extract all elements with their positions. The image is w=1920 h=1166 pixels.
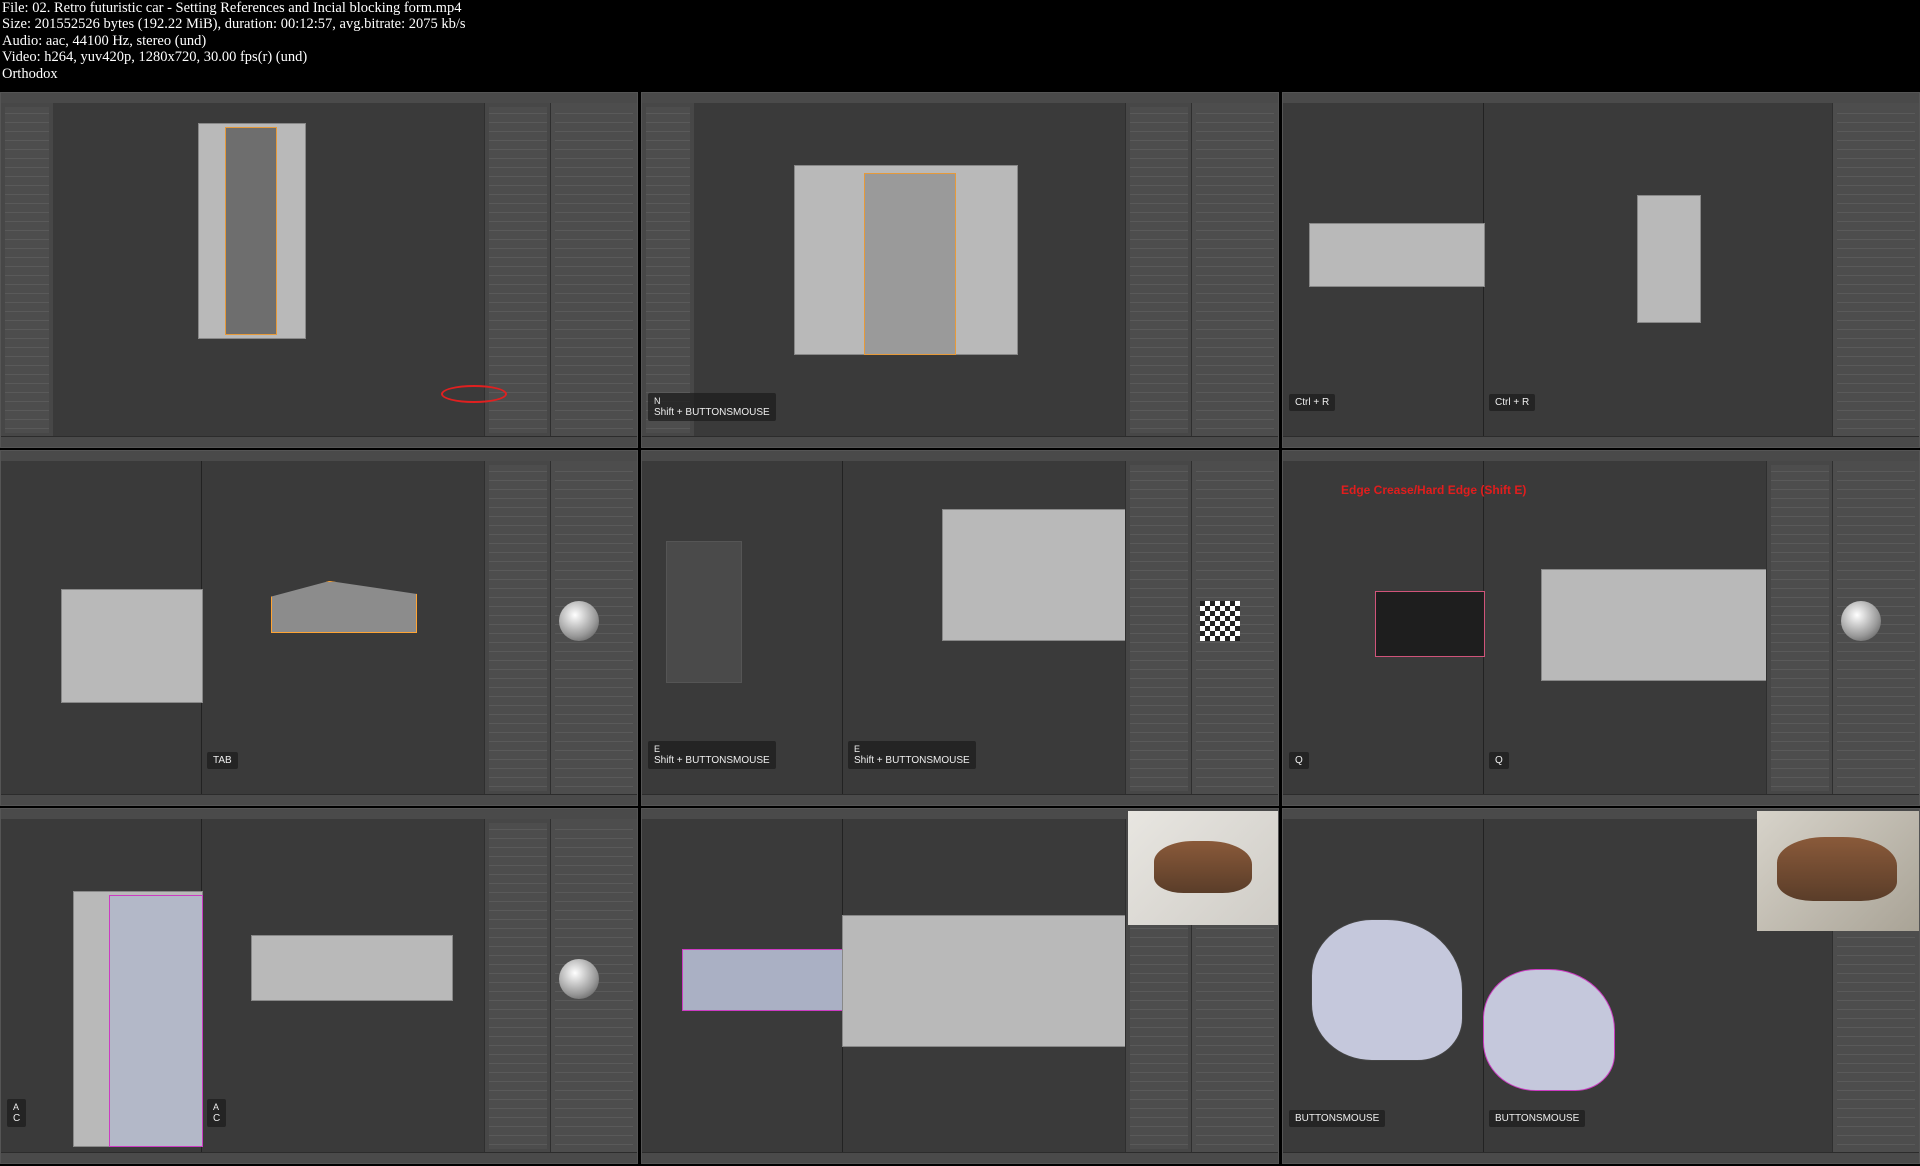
- key-hint-left: A C: [7, 1099, 27, 1127]
- properties-editor[interactable]: [1191, 461, 1278, 795]
- reference-image-side: [842, 915, 1130, 1047]
- properties-n-panel[interactable]: [484, 819, 551, 1153]
- key-hint: N Shift + BUTTONSMOUSE: [648, 393, 776, 421]
- status-bar: [1, 436, 637, 447]
- car-mesh: [109, 895, 203, 1147]
- key-hint-left: Ctrl + R: [1289, 394, 1336, 411]
- key-hint: TAB: [207, 752, 238, 769]
- material-preview: [1841, 601, 1881, 641]
- tool-shelf[interactable]: [642, 103, 695, 437]
- thumbnail-9[interactable]: BUTTONSMOUSE BUTTONSMOUSE: [1282, 808, 1920, 1166]
- reference-image-top: [1637, 195, 1701, 323]
- key-hint-right: Q: [1489, 752, 1509, 769]
- properties-editor[interactable]: [1832, 103, 1919, 437]
- status-bar: [1283, 794, 1919, 805]
- reference-photo: [1128, 811, 1278, 925]
- reference-image-side: [61, 589, 203, 703]
- status-bar: [1, 794, 637, 805]
- 3d-viewport[interactable]: Edge Crease/Hard Edge (Shift E) Q Q: [1283, 461, 1769, 795]
- thumbnail-1[interactable]: [0, 92, 638, 450]
- reference-image-side: [1541, 569, 1769, 681]
- reference-photo: [1757, 811, 1919, 931]
- thumbnail-grid: N Shift + BUTTONSMOUSE Ctrl + R Ctrl + R: [0, 92, 1920, 1164]
- material-preview: [559, 601, 599, 641]
- 3d-viewport[interactable]: E Shift + BUTTONSMOUSE E Shift + BUTTONS…: [642, 461, 1130, 795]
- reference-image-side: [1309, 223, 1485, 287]
- texture-preview: [1200, 601, 1240, 641]
- car-mesh-left: [682, 949, 844, 1011]
- key-hint-right: E Shift + BUTTONSMOUSE: [848, 741, 976, 769]
- key-hint-left: Q: [1289, 752, 1309, 769]
- status-bar: [1283, 436, 1919, 447]
- properties-editor[interactable]: [1191, 103, 1278, 437]
- car-mesh-left: [1375, 591, 1485, 657]
- car-mesh: [225, 127, 277, 335]
- thumbnail-3[interactable]: Ctrl + R Ctrl + R: [1282, 92, 1920, 450]
- properties-editor[interactable]: [550, 103, 637, 437]
- properties-n-panel[interactable]: [1125, 103, 1192, 437]
- video-info: File: 02. Retro futuristic car - Setting…: [0, 0, 1920, 92]
- 3d-viewport[interactable]: [642, 819, 1130, 1153]
- thumbnail-5[interactable]: E Shift + BUTTONSMOUSE E Shift + BUTTONS…: [641, 450, 1279, 808]
- file-line: File: 02. Retro futuristic car - Setting…: [2, 0, 462, 16]
- properties-editor[interactable]: [1832, 461, 1919, 795]
- 3d-viewport[interactable]: A C A C: [1, 819, 485, 1153]
- car-photo: [1777, 837, 1897, 901]
- properties-editor[interactable]: [550, 461, 637, 795]
- reference-image-side: [942, 509, 1130, 641]
- overlay-caption: Edge Crease/Hard Edge (Shift E): [1341, 483, 1527, 497]
- status-bar: [642, 436, 1278, 447]
- reference-image-side: [251, 935, 453, 1001]
- thumbnail-8[interactable]: [641, 808, 1279, 1166]
- key-hint-right: A C: [207, 1099, 227, 1127]
- 3d-viewport[interactable]: Ctrl + R Ctrl + R: [1283, 103, 1833, 437]
- key-hint-left: BUTTONSMOUSE: [1289, 1110, 1386, 1127]
- car-mesh-left: [1311, 919, 1463, 1061]
- properties-n-panel[interactable]: [1125, 461, 1192, 795]
- thumbnail-7[interactable]: A C A C: [0, 808, 638, 1166]
- 3d-viewport[interactable]: TAB: [1, 461, 485, 795]
- key-hint-right: BUTTONSMOUSE: [1489, 1110, 1586, 1127]
- thumbnail-4[interactable]: TAB: [0, 450, 638, 808]
- tool-shelf[interactable]: [1, 103, 54, 437]
- 3d-viewport[interactable]: [694, 103, 1126, 437]
- video-line: Video: h264, yuv420p, 1280x720, 30.00 fp…: [2, 49, 308, 66]
- size-line: Size: 201552526 bytes (192.22 MiB), dura…: [2, 16, 466, 33]
- properties-editor[interactable]: [550, 819, 637, 1153]
- thumbnail-6[interactable]: Edge Crease/Hard Edge (Shift E) Q Q: [1282, 450, 1920, 808]
- car-mesh: [271, 581, 417, 633]
- key-hint-right: Ctrl + R: [1489, 394, 1536, 411]
- car-mesh-front: [666, 541, 742, 683]
- material-preview: [559, 959, 599, 999]
- properties-n-panel[interactable]: [1766, 461, 1833, 795]
- status-bar: [642, 1152, 1278, 1163]
- audio-line: Audio: aac, 44100 Hz, stereo (und): [2, 32, 207, 49]
- 3d-viewport[interactable]: [53, 103, 485, 437]
- thumbnail-2[interactable]: N Shift + BUTTONSMOUSE: [641, 92, 1279, 450]
- car-mesh-right: [1483, 969, 1615, 1091]
- status-bar: [1, 1152, 637, 1163]
- tag-line: Orthodox: [2, 65, 58, 82]
- key-hint-left: E Shift + BUTTONSMOUSE: [648, 741, 776, 769]
- properties-n-panel[interactable]: [484, 461, 551, 795]
- status-bar: [1283, 1152, 1919, 1163]
- 3d-viewport[interactable]: BUTTONSMOUSE BUTTONSMOUSE: [1283, 819, 1833, 1153]
- status-bar: [642, 794, 1278, 805]
- car-photo: [1154, 841, 1252, 893]
- car-mesh: [864, 173, 956, 355]
- highlight-circle: [441, 385, 507, 403]
